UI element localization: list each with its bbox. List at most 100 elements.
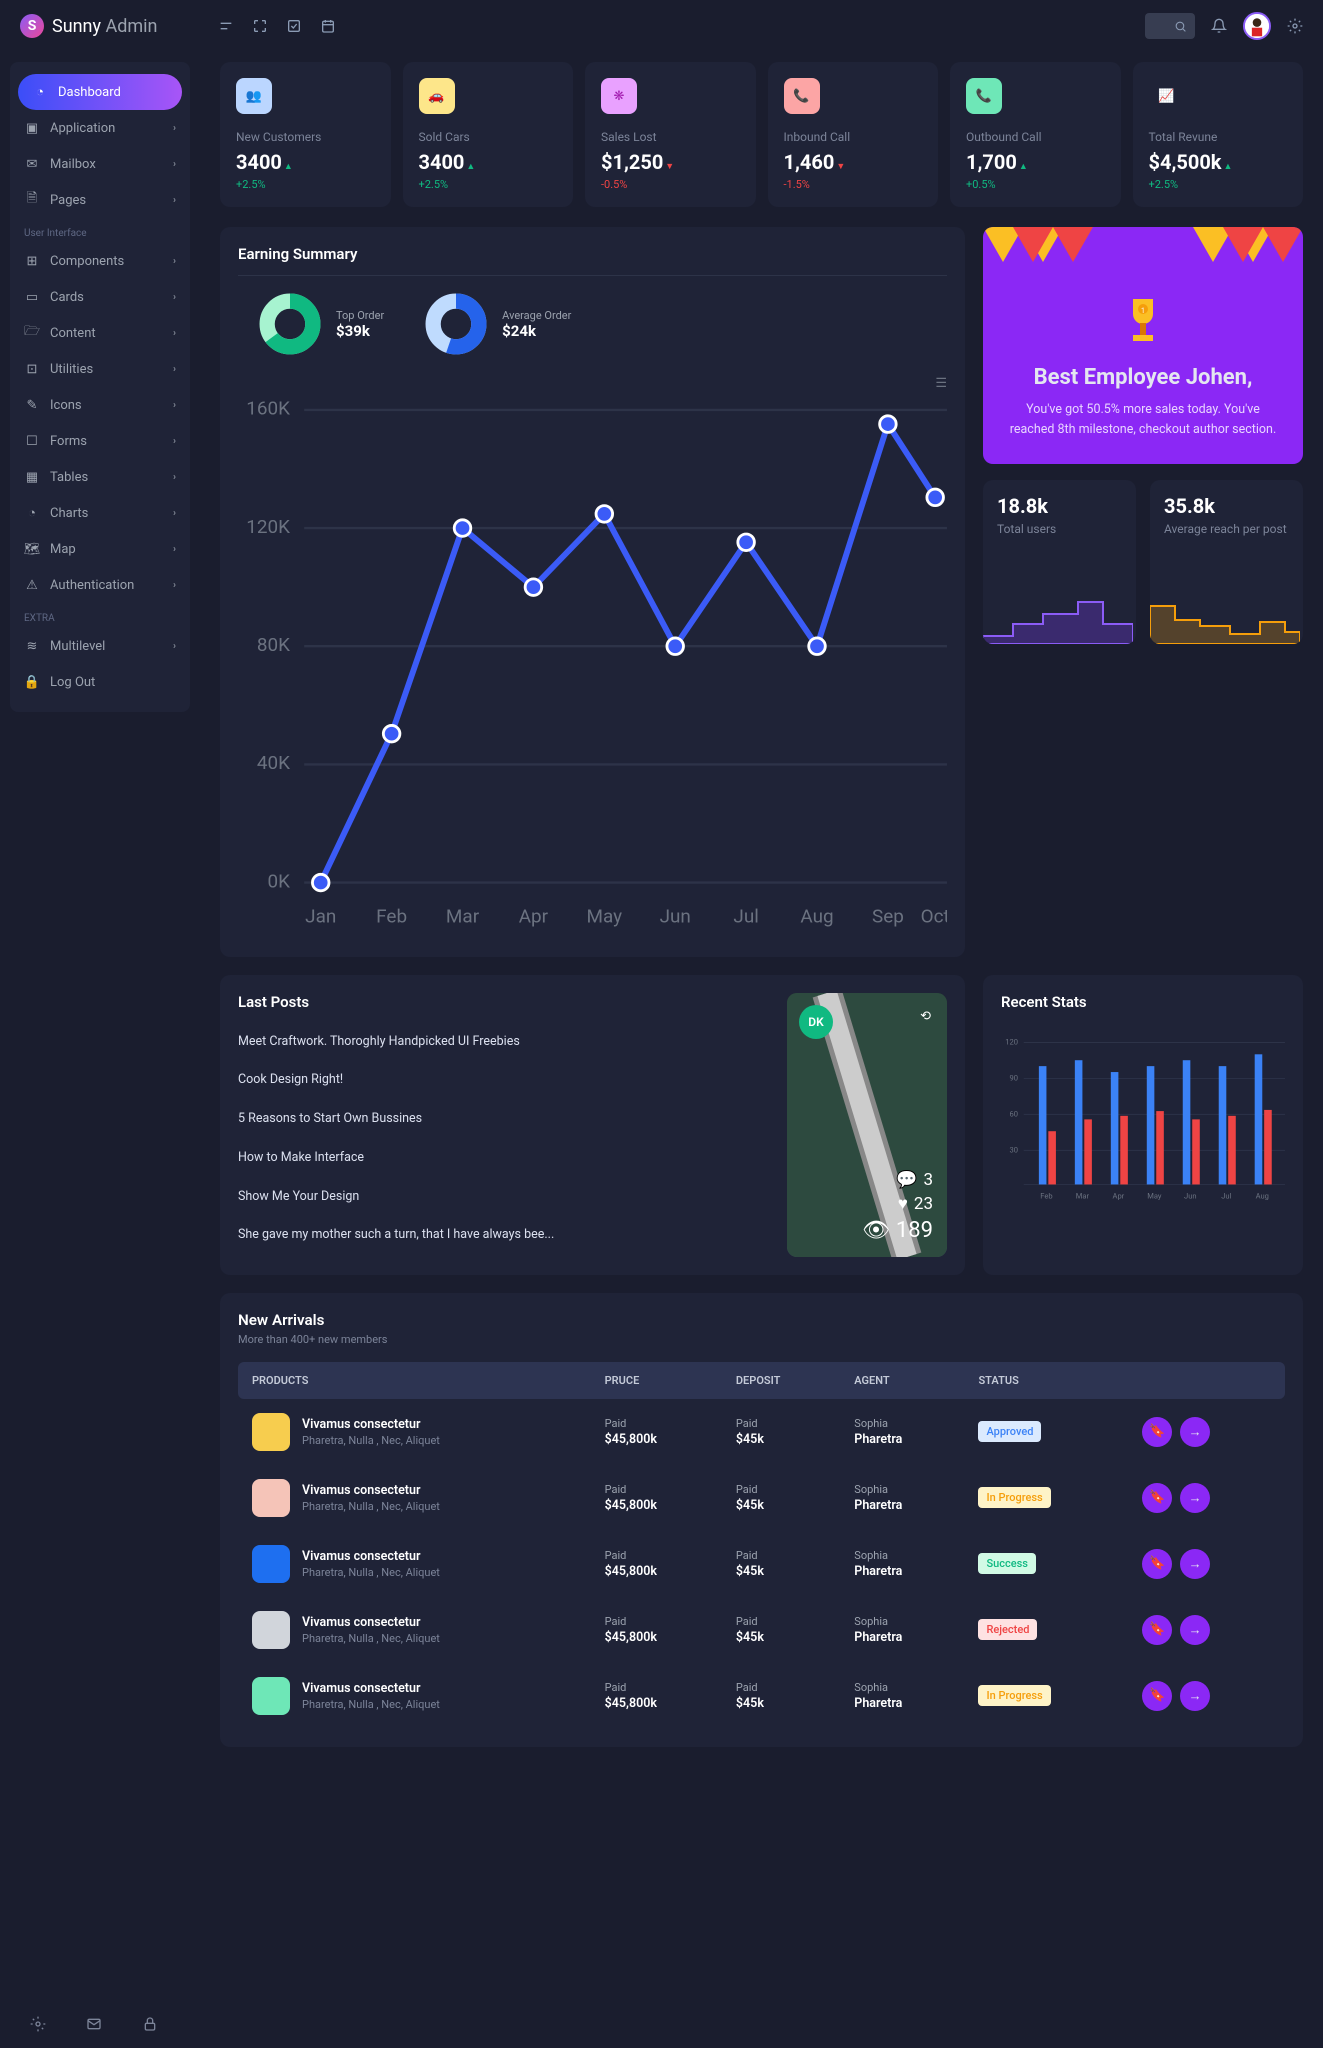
stat-value: $1,250▼ bbox=[601, 150, 740, 174]
product-sub: Pharetra, Nulla , Nec, Aliquet bbox=[302, 1698, 440, 1711]
arrow-button[interactable]: → bbox=[1180, 1417, 1210, 1447]
sidebar-item-forms[interactable]: ☐Forms› bbox=[10, 423, 190, 459]
last-posts-card: Last Posts Meet Craftwork. Thoroghly Han… bbox=[220, 975, 965, 1275]
nav-label: Map bbox=[50, 542, 76, 557]
post-link[interactable]: How to Make Interface bbox=[238, 1139, 771, 1178]
svg-text:Oct: Oct bbox=[921, 905, 947, 928]
avg-order-donut bbox=[424, 292, 488, 356]
refresh-icon[interactable]: ⟲ bbox=[920, 1009, 931, 1024]
sidebar-item-tables[interactable]: ▦Tables› bbox=[10, 459, 190, 495]
user-avatar[interactable] bbox=[1243, 12, 1271, 40]
status-badge: In Progress bbox=[978, 1685, 1050, 1706]
recent-title: Recent Stats bbox=[1001, 993, 1285, 1011]
mail-icon: ✉ bbox=[24, 156, 40, 172]
likes-count: 23 bbox=[914, 1194, 933, 1214]
bell-icon[interactable] bbox=[1211, 18, 1227, 34]
chevron-right-icon: › bbox=[173, 123, 176, 134]
stat-icon: 👥 bbox=[236, 78, 272, 114]
views-count: 189 bbox=[896, 1218, 933, 1243]
menu-toggle-icon[interactable] bbox=[218, 18, 234, 34]
top-order-value: $39k bbox=[336, 322, 384, 340]
layers-icon: ▣ bbox=[24, 120, 40, 136]
product-sub: Pharetra, Nulla , Nec, Aliquet bbox=[302, 1500, 440, 1513]
stat-card: ❋Sales Lost$1,250▼-0.5% bbox=[585, 62, 756, 207]
post-image[interactable]: DK ⟲ 💬3 ♥23 👁189 bbox=[787, 993, 947, 1257]
stat-value: 1,700▲ bbox=[966, 150, 1105, 174]
post-link[interactable]: Show Me Your Design bbox=[238, 1178, 771, 1217]
arrivals-sub: More than 400+ new members bbox=[238, 1333, 1285, 1346]
stat-card: 📞Outbound Call1,700▲+0.5% bbox=[950, 62, 1121, 207]
post-link[interactable]: 5 Reasons to Start Own Bussines bbox=[238, 1100, 771, 1139]
arrow-button[interactable]: → bbox=[1180, 1549, 1210, 1579]
fullscreen-icon[interactable] bbox=[252, 18, 268, 34]
product-name: Vivamus consectetur bbox=[302, 1483, 440, 1498]
table-header: STATUS bbox=[964, 1362, 1128, 1399]
arrow-button[interactable]: → bbox=[1180, 1681, 1210, 1711]
brand-name: Sunny bbox=[52, 16, 101, 37]
bookmark-button[interactable]: 🔖 bbox=[1142, 1681, 1172, 1711]
svg-text:40K: 40K bbox=[257, 751, 290, 774]
product-sub: Pharetra, Nulla , Nec, Aliquet bbox=[302, 1632, 440, 1645]
post-link[interactable]: Cook Design Right! bbox=[238, 1061, 771, 1100]
sidebar-item-components[interactable]: ⊞Components› bbox=[10, 243, 190, 279]
gear-icon[interactable] bbox=[1287, 18, 1303, 34]
arrivals-table: PRODUCTSPRUCEDEPOSITAGENTSTATUS Vivamus … bbox=[238, 1362, 1285, 1729]
sidebar-item-log-out[interactable]: 🔒Log Out bbox=[10, 664, 190, 700]
nav-label: Dashboard bbox=[58, 85, 121, 100]
logo[interactable]: Sunny Admin bbox=[20, 14, 158, 38]
checkbox-icon[interactable] bbox=[286, 18, 302, 34]
product-thumb bbox=[252, 1545, 290, 1583]
chevron-right-icon: › bbox=[173, 328, 176, 339]
sidebar-item-utilities[interactable]: ⊡Utilities› bbox=[10, 351, 190, 387]
arrow-button[interactable]: → bbox=[1180, 1483, 1210, 1513]
eye-icon: 👁 bbox=[862, 1218, 890, 1243]
sidebar-item-cards[interactable]: ▭Cards› bbox=[10, 279, 190, 315]
sidebar-item-icons[interactable]: ✎Icons› bbox=[10, 387, 190, 423]
chevron-right-icon: › bbox=[173, 472, 176, 483]
svg-text:Jul: Jul bbox=[733, 905, 758, 928]
sidebar-item-dashboard[interactable]: ◔Dashboard bbox=[18, 74, 182, 110]
footer-lock-icon[interactable] bbox=[142, 2016, 158, 2032]
sidebar-section: EXTRA bbox=[10, 603, 190, 628]
nav-label: Application bbox=[50, 121, 115, 136]
sidebar-item-multilevel[interactable]: ≋Multilevel› bbox=[10, 628, 190, 664]
chevron-right-icon: › bbox=[173, 580, 176, 591]
svg-text:Jun: Jun bbox=[660, 905, 691, 928]
arrow-button[interactable]: → bbox=[1180, 1615, 1210, 1645]
sidebar-item-authentication[interactable]: ⚠Authentication› bbox=[10, 567, 190, 603]
bookmark-button[interactable]: 🔖 bbox=[1142, 1549, 1172, 1579]
svg-text:May: May bbox=[1147, 1191, 1162, 1200]
nav-label: Content bbox=[50, 326, 96, 341]
chevron-right-icon: › bbox=[173, 256, 176, 267]
calendar-icon[interactable] bbox=[320, 18, 336, 34]
product-thumb bbox=[252, 1479, 290, 1517]
heart-icon: ♥ bbox=[898, 1194, 908, 1214]
svg-text:Jun: Jun bbox=[1184, 1191, 1197, 1200]
employee-title: Best Employee Johen, bbox=[1007, 365, 1279, 390]
sidebar-item-charts[interactable]: ◔Charts› bbox=[10, 495, 190, 531]
product-sub: Pharetra, Nulla , Nec, Aliquet bbox=[302, 1434, 440, 1447]
footer-mail-icon[interactable] bbox=[86, 2016, 102, 2032]
sidebar-item-mailbox[interactable]: ✉Mailbox› bbox=[10, 146, 190, 182]
search-input[interactable] bbox=[1145, 13, 1195, 39]
sidebar-item-map[interactable]: 🗺Map› bbox=[10, 531, 190, 567]
sidebar-item-content[interactable]: 🗁Content› bbox=[10, 315, 190, 351]
table-header: PRUCE bbox=[591, 1362, 722, 1399]
bookmark-button[interactable]: 🔖 bbox=[1142, 1615, 1172, 1645]
bookmark-button[interactable]: 🔖 bbox=[1142, 1417, 1172, 1447]
chevron-right-icon: › bbox=[173, 641, 176, 652]
footer-gear-icon[interactable] bbox=[30, 2016, 46, 2032]
product-sub: Pharetra, Nulla , Nec, Aliquet bbox=[302, 1566, 440, 1579]
sidebar-item-pages[interactable]: 🗎Pages› bbox=[10, 182, 190, 218]
sidebar-item-application[interactable]: ▣ Application › bbox=[10, 110, 190, 146]
post-link[interactable]: She gave my mother such a turn, that I h… bbox=[238, 1216, 771, 1255]
svg-text:160K: 160K bbox=[246, 397, 290, 420]
bookmark-button[interactable]: 🔖 bbox=[1142, 1483, 1172, 1513]
stat-icon: ❋ bbox=[601, 78, 637, 114]
users-value: 18.8k bbox=[997, 494, 1122, 518]
chevron-right-icon: › bbox=[173, 544, 176, 555]
stat-change: +2.5% bbox=[1149, 178, 1288, 191]
stat-icon: 🚗 bbox=[419, 78, 455, 114]
header-toolbar bbox=[218, 18, 336, 34]
post-link[interactable]: Meet Craftwork. Thoroghly Handpicked UI … bbox=[238, 1023, 771, 1062]
